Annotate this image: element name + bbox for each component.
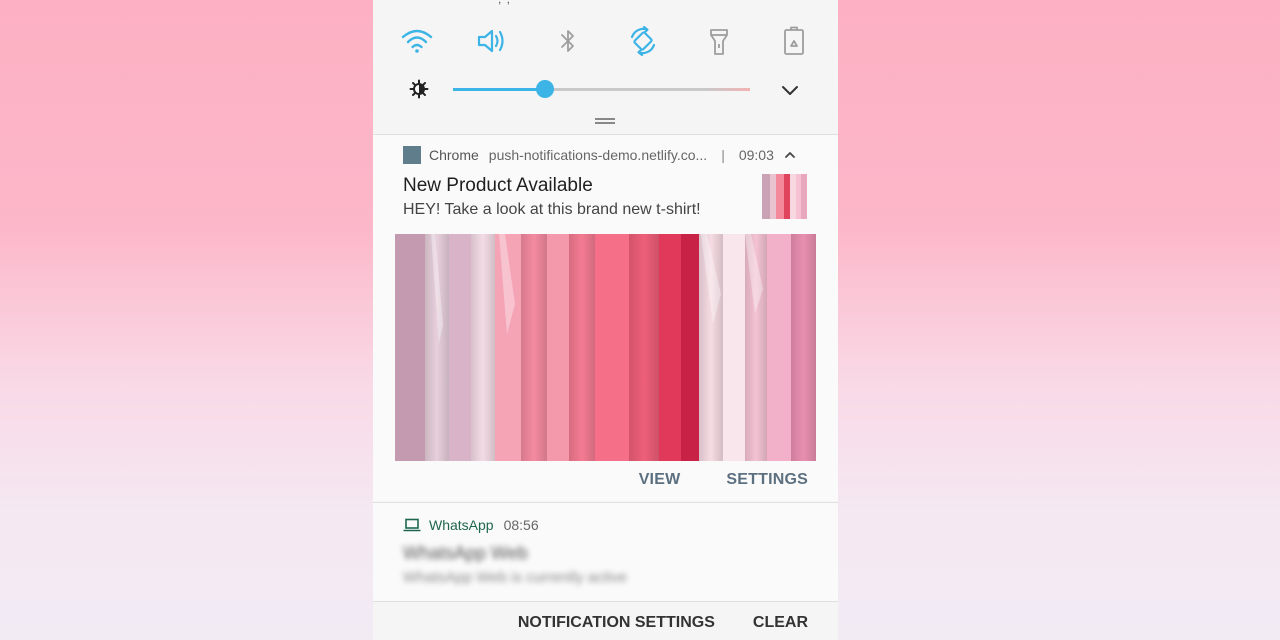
notification-body: HEY! Take a look at this brand new t-shi… bbox=[403, 201, 701, 218]
clear-button[interactable]: CLEAR bbox=[753, 614, 808, 632]
drag-handle[interactable] bbox=[595, 118, 615, 124]
status-bar: , , bbox=[373, 0, 838, 6]
notification-header: Chrome push-notifications-demo.netlify.c… bbox=[403, 146, 796, 164]
status-bar-remnant: , , bbox=[498, 0, 511, 6]
brightness-slider[interactable] bbox=[453, 80, 750, 98]
app-name: Chrome bbox=[429, 147, 479, 163]
notification-shade: , , bbox=[373, 0, 838, 640]
notification-title: New Product Available bbox=[403, 175, 593, 196]
notification-body: WhatsApp Web is currently active bbox=[403, 569, 627, 586]
auto-rotate-icon[interactable] bbox=[625, 24, 661, 58]
power-saving-icon[interactable] bbox=[776, 24, 812, 58]
chevron-down-icon[interactable] bbox=[780, 80, 800, 100]
wifi-icon[interactable] bbox=[399, 24, 435, 58]
notification-title: WhatsApp Web bbox=[403, 543, 528, 563]
app-name: WhatsApp bbox=[429, 517, 494, 533]
chrome-app-icon bbox=[403, 146, 421, 164]
notification-header: WhatsApp 08:56 bbox=[403, 517, 539, 533]
notification-actions: VIEW SETTINGS bbox=[639, 471, 808, 489]
notification-time: 08:56 bbox=[503, 517, 539, 533]
quick-settings-row bbox=[399, 24, 812, 58]
whatsapp-notification[interactable]: WhatsApp 08:56 WhatsApp Web WhatsApp Web… bbox=[373, 502, 838, 601]
settings-button[interactable]: SETTINGS bbox=[726, 471, 808, 489]
chrome-notification[interactable]: Chrome push-notifications-demo.netlify.c… bbox=[373, 134, 838, 501]
brightness-icon bbox=[409, 79, 429, 99]
volume-icon[interactable] bbox=[474, 24, 510, 58]
notification-settings-button[interactable]: NOTIFICATION SETTINGS bbox=[518, 614, 715, 632]
brightness-fill bbox=[453, 88, 546, 91]
view-button[interactable]: VIEW bbox=[639, 471, 681, 489]
header-separator: | bbox=[721, 147, 725, 163]
flashlight-icon[interactable] bbox=[701, 24, 737, 58]
bluetooth-icon[interactable] bbox=[550, 24, 586, 58]
tshirt-rack-image bbox=[395, 234, 816, 461]
tshirt-thumbnail bbox=[762, 174, 807, 219]
site-url: push-notifications-demo.netlify.co... bbox=[488, 147, 708, 163]
notification-time: 09:03 bbox=[738, 147, 774, 163]
chevron-up-icon[interactable] bbox=[784, 149, 796, 161]
brightness-thumb[interactable] bbox=[536, 80, 555, 98]
shade-footer: NOTIFICATION SETTINGS CLEAR bbox=[373, 601, 838, 640]
brightness-row bbox=[403, 74, 808, 104]
laptop-icon bbox=[403, 518, 421, 532]
